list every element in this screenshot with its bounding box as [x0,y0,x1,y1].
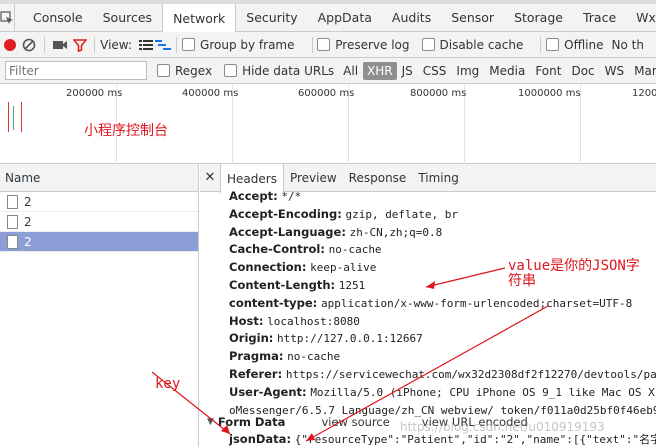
arrow-line [425,267,506,288]
arrow-line [151,371,231,435]
arrow-head [306,433,315,441]
annotation-arrows [151,267,549,442]
arrow-head [221,425,230,434]
watermark: https://blog.csdn.net/u010919193 [400,420,605,434]
arrow-head [426,281,435,289]
